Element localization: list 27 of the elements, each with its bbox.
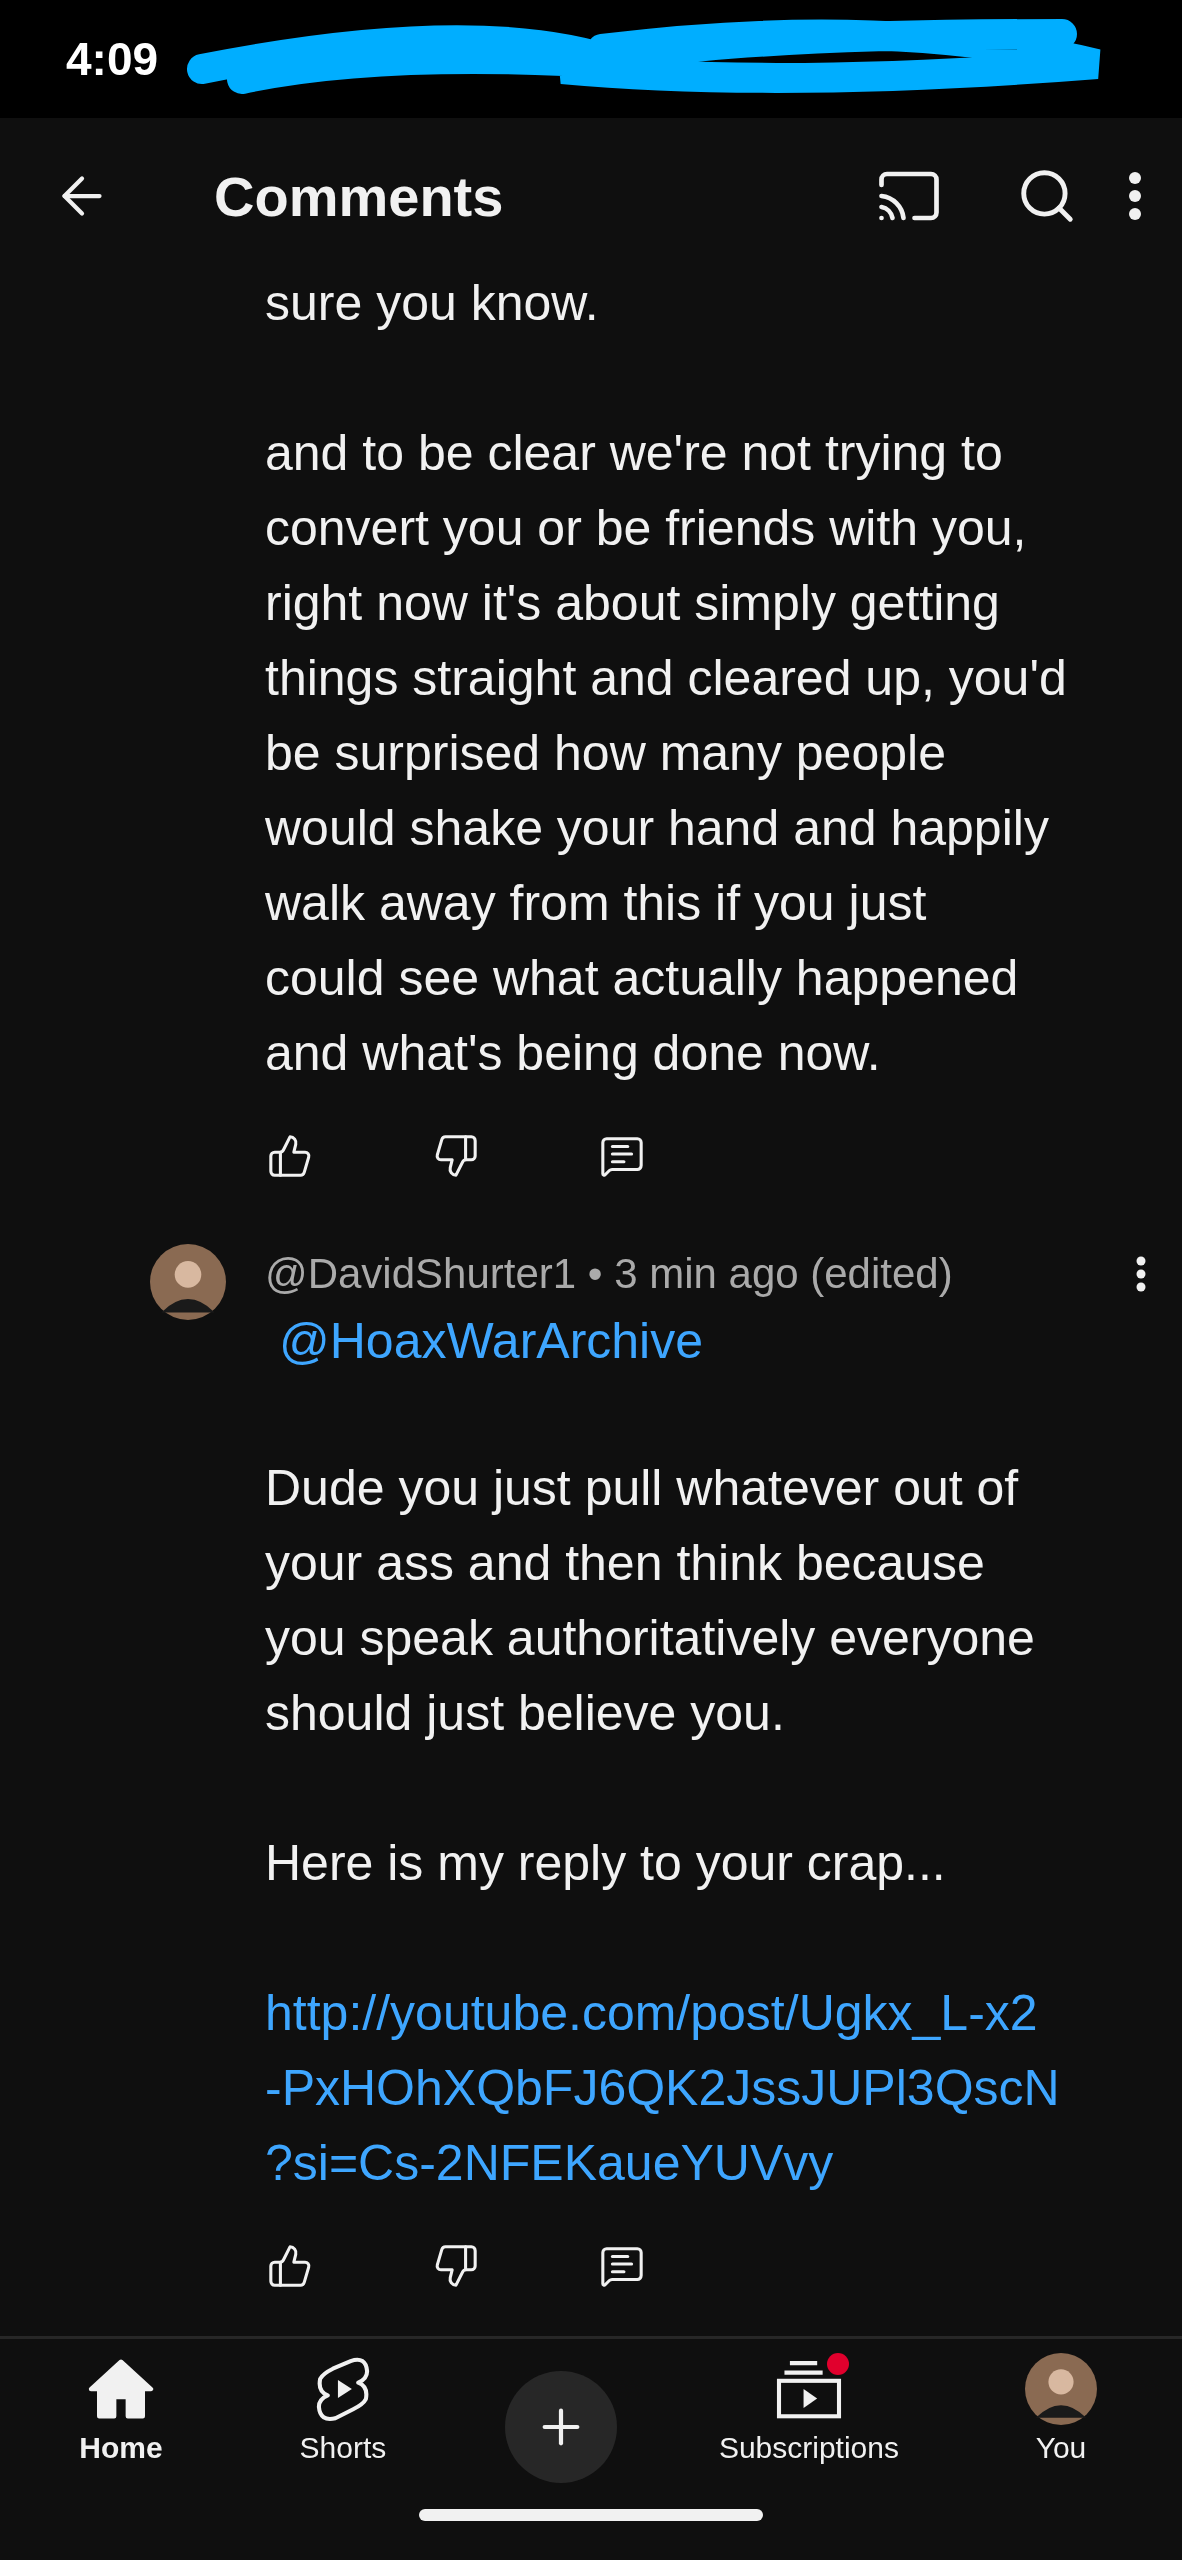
mention-link[interactable]: @HoaxWarArchive	[279, 1313, 703, 1369]
nav-tab[interactable]: Subscriptions	[718, 2353, 899, 2465]
url-link[interactable]: http://youtube.com/post/Ugkx_L-x2 -PxHOhXQbFJ6QK2JssJUPl3QscN ?si=Cs-2NFEKaueYUVvy	[265, 1976, 1146, 2201]
nav-tab[interactable]: Home	[61, 2353, 181, 2465]
dislike-button[interactable]	[433, 1133, 479, 1179]
comment-meta: @DavidShurter1 • 3 min ago (edited)	[265, 1250, 953, 1298]
more-button[interactable]	[1136, 1256, 1146, 1292]
comment-text: Dude you just pull whatever out of your ass and then think because you speak authoritatively everyone should just believe you.	[265, 1459, 1036, 1743]
status-time: 4:09	[66, 32, 159, 86]
like-button[interactable]	[267, 2243, 313, 2289]
more-icon	[1128, 171, 1142, 221]
dislike-button[interactable]	[433, 2243, 479, 2289]
comment-text: sure you know.	[265, 274, 600, 333]
like-button[interactable]	[267, 1133, 313, 1179]
thumbs-up-icon	[267, 1133, 313, 1179]
more-button[interactable]	[1128, 171, 1142, 221]
thumbs-up-icon	[267, 2243, 313, 2289]
home-icon	[88, 2359, 154, 2419]
thumbs-down-icon	[433, 1133, 479, 1179]
subscriptions-icon	[775, 2359, 842, 2419]
more-icon	[1136, 1256, 1146, 1292]
comment-text: and to be clear we're not trying to convert you or be friends with you, right now it's about simply getting things straight and cleared up, you'd be surprised how many people would shake your hand and happily walk away from this if you just could see what actually happened and what's being done now.	[265, 424, 1068, 1083]
nav-tab[interactable]: Shorts	[282, 2353, 403, 2465]
page-title: Comments	[214, 163, 505, 229]
comment-text: Here is my reply to your crap...	[265, 1834, 947, 1893]
nav-tab[interactable]: You	[1000, 2353, 1121, 2465]
thumbs-down-icon	[433, 2243, 479, 2289]
